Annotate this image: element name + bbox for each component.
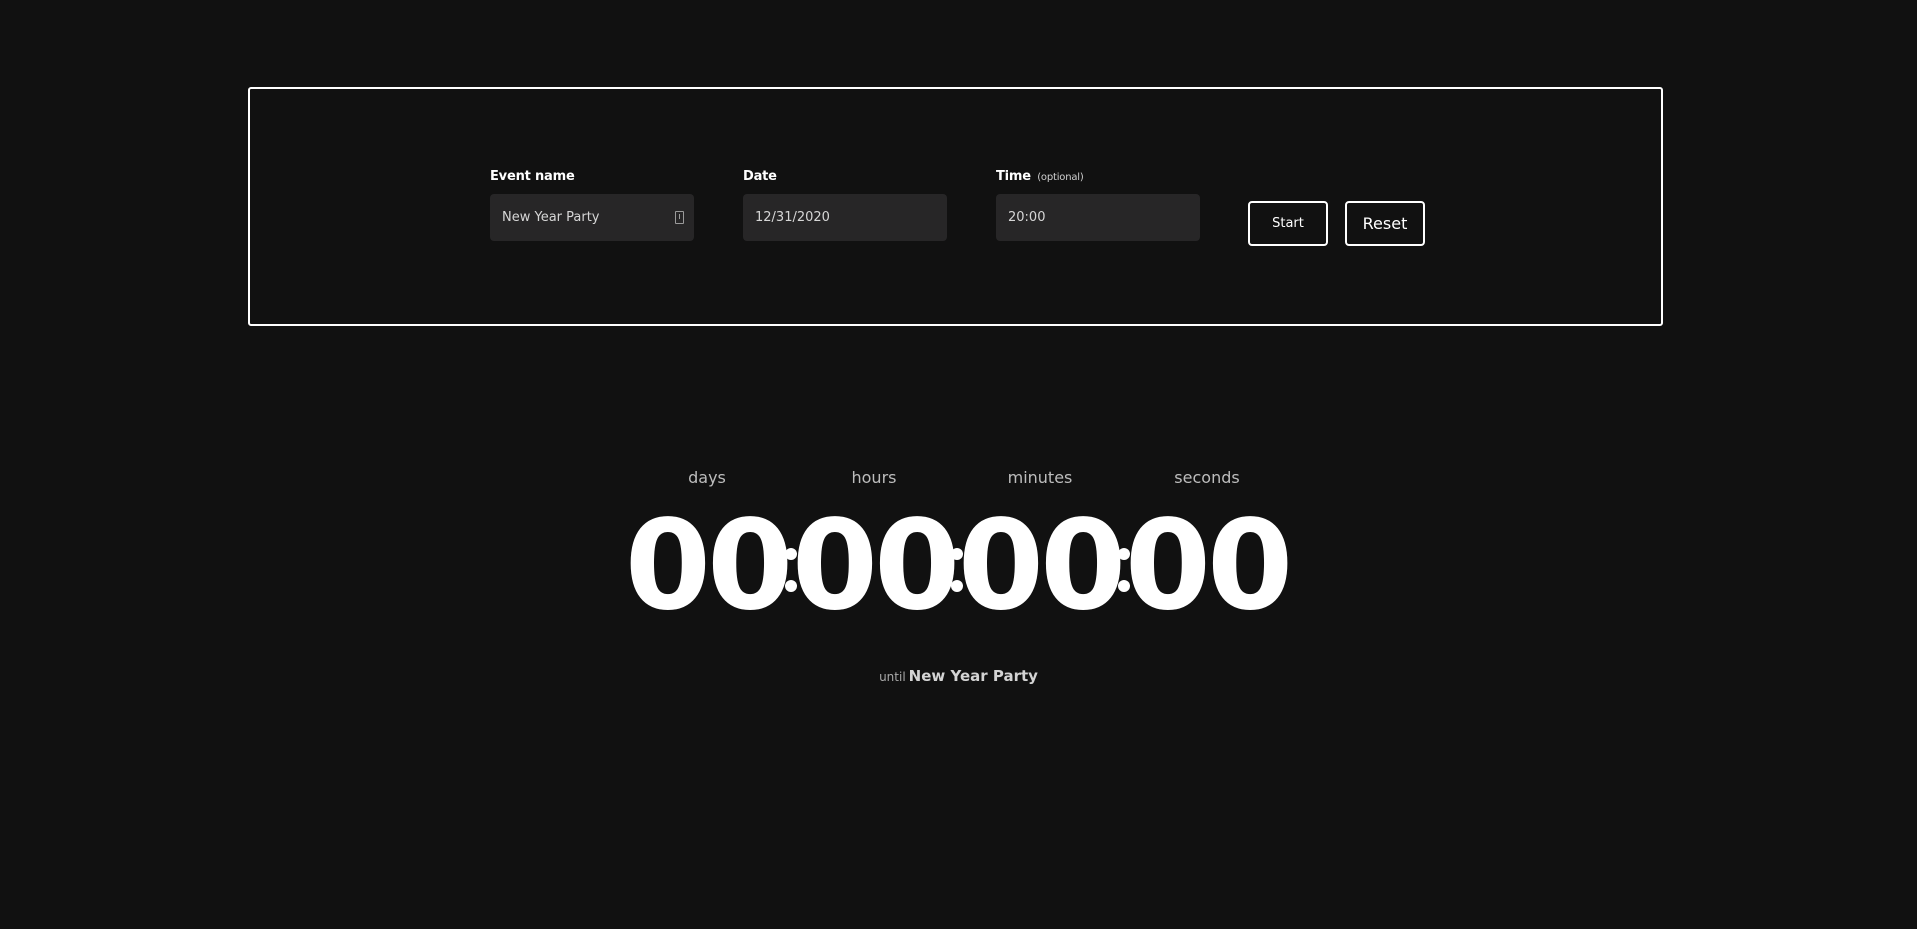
event-name-input[interactable]: New Year Party xyxy=(490,194,694,241)
time-input[interactable]: 20:00 xyxy=(996,194,1200,241)
date-field: Date 12/31/2020 xyxy=(743,169,947,241)
date-label: Date xyxy=(743,169,777,184)
time-value: 20:00 xyxy=(1008,210,1046,225)
time-optional-hint: (optional) xyxy=(1037,172,1084,183)
seconds-label: seconds xyxy=(1174,468,1240,487)
until-event-name: New Year Party xyxy=(908,667,1038,685)
time-field: Time (optional) 20:00 xyxy=(996,169,1200,241)
hours-value: 00 xyxy=(791,494,961,638)
time-label-text: Time xyxy=(996,169,1031,184)
until-caption: until New Year Party xyxy=(0,666,1917,685)
countdown-page: Event name New Year Party Date 12/31/202… xyxy=(0,0,1917,929)
hours-label: hours xyxy=(851,468,897,487)
days-value: 00 xyxy=(624,494,794,638)
date-value: 12/31/2020 xyxy=(755,210,830,225)
event-name-field: Event name New Year Party xyxy=(490,169,694,241)
seconds-value: 00 xyxy=(1124,494,1294,638)
until-word: until xyxy=(879,670,906,684)
reset-button[interactable]: Reset xyxy=(1345,201,1425,246)
autofill-key-icon[interactable] xyxy=(675,211,684,224)
days-label: days xyxy=(688,468,726,487)
event-form-panel: Event name New Year Party Date 12/31/202… xyxy=(248,87,1663,326)
time-label: Time (optional) xyxy=(996,169,1200,185)
event-name-value: New Year Party xyxy=(502,210,600,225)
event-name-label: Event name xyxy=(490,169,575,184)
date-input[interactable]: 12/31/2020 xyxy=(743,194,947,241)
minutes-label: minutes xyxy=(1007,468,1073,487)
start-button[interactable]: Start xyxy=(1248,201,1328,246)
minutes-value: 00 xyxy=(957,494,1127,638)
